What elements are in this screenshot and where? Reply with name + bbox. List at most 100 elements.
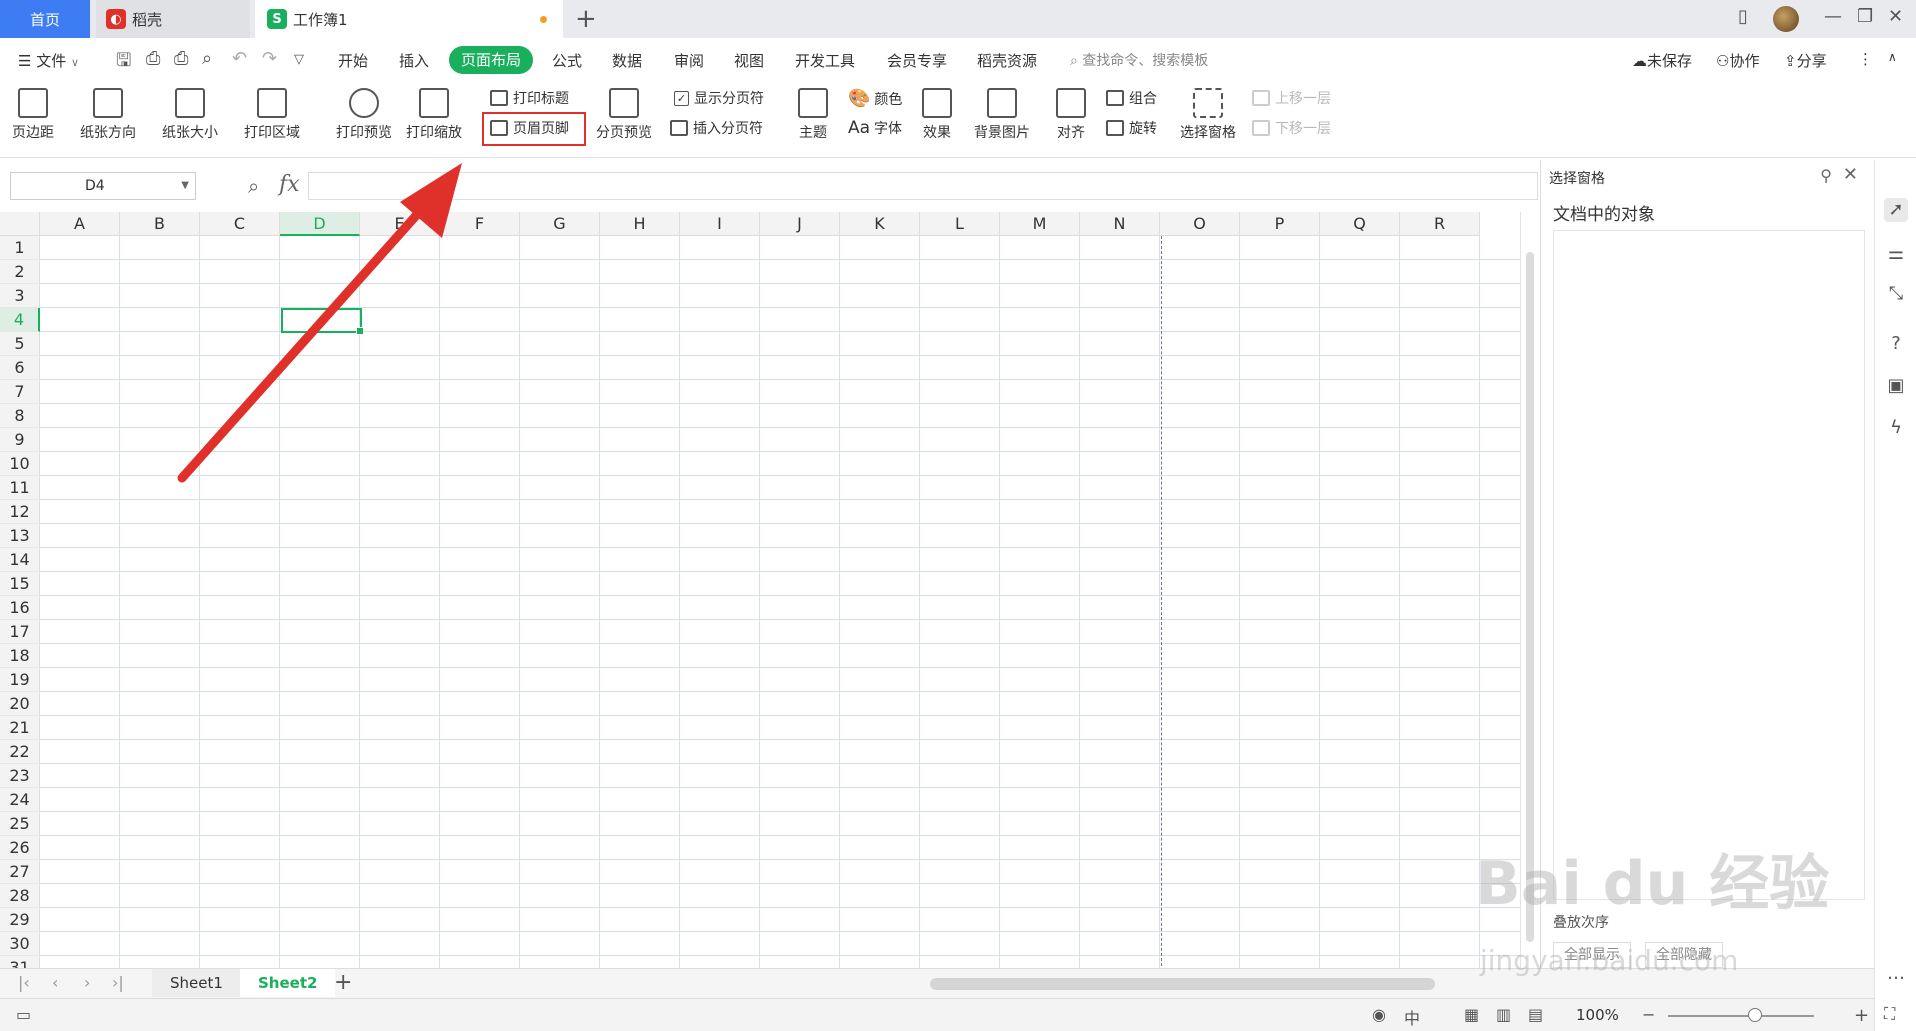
- collapse-ribbon-icon[interactable]: ∧: [1888, 50, 1897, 64]
- cursor-icon[interactable]: ➚: [1884, 198, 1908, 222]
- horizontal-scroll-thumb[interactable]: [930, 978, 1435, 990]
- column-header[interactable]: P: [1240, 212, 1320, 236]
- normal-view-icon[interactable]: ▦: [1464, 1005, 1479, 1024]
- customize-qat-icon[interactable]: ▽: [294, 52, 304, 67]
- help-icon[interactable]: ?: [1884, 332, 1908, 356]
- zoom-level[interactable]: 100%: [1576, 1006, 1619, 1024]
- column-header[interactable]: N: [1080, 212, 1160, 236]
- column-header[interactable]: K: [840, 212, 920, 236]
- align-button[interactable]: 对齐: [1056, 88, 1086, 142]
- transform-icon[interactable]: ⤡: [1884, 282, 1908, 306]
- column-header[interactable]: A: [40, 212, 120, 236]
- fullscreen-icon[interactable]: ⛶: [1884, 1004, 1895, 1024]
- lightning-icon[interactable]: ϟ: [1884, 416, 1908, 440]
- margins-button[interactable]: 页边距: [12, 88, 54, 142]
- row-header[interactable]: 27: [0, 860, 40, 884]
- row-header[interactable]: 31: [0, 956, 40, 968]
- new-tab-button[interactable]: +: [575, 4, 597, 34]
- select-all-corner[interactable]: [0, 212, 40, 236]
- row-header[interactable]: 30: [0, 932, 40, 956]
- insert-page-break-button[interactable]: 插入分页符: [670, 118, 763, 138]
- group-button[interactable]: 组合: [1106, 88, 1157, 108]
- objects-list[interactable]: [1553, 230, 1865, 900]
- minimize-icon[interactable]: —: [1824, 6, 1842, 27]
- row-header[interactable]: 5: [0, 332, 40, 356]
- last-sheet-icon[interactable]: ›|: [112, 973, 124, 992]
- menu-formula[interactable]: 公式: [552, 50, 582, 71]
- row-header[interactable]: 6: [0, 356, 40, 380]
- column-header[interactable]: E: [360, 212, 440, 236]
- bring-forward-button[interactable]: 上移一层: [1252, 88, 1331, 108]
- row-header[interactable]: 19: [0, 668, 40, 692]
- tab-daoke[interactable]: ◐ 稻壳: [96, 0, 250, 38]
- row-header[interactable]: 9: [0, 428, 40, 452]
- avatar[interactable]: [1773, 6, 1799, 32]
- zoom-in-icon[interactable]: +: [1854, 1005, 1869, 1026]
- menu-insert[interactable]: 插入: [399, 50, 429, 71]
- unsaved-button[interactable]: ☁未保存: [1632, 50, 1692, 71]
- menu-page-layout[interactable]: 页面布局: [449, 46, 534, 74]
- restore-icon[interactable]: ❐: [1857, 6, 1873, 27]
- print-titles-button[interactable]: 打印标题: [490, 88, 569, 108]
- theme-button[interactable]: 主题: [798, 88, 828, 142]
- row-header[interactable]: 3: [0, 284, 40, 308]
- pin-icon[interactable]: ⚲: [1820, 166, 1832, 185]
- row-header[interactable]: 4: [0, 308, 40, 332]
- export-pdf-icon[interactable]: ⎙: [146, 48, 160, 69]
- zoom-slider[interactable]: [1668, 1015, 1814, 1017]
- column-header[interactable]: M: [1000, 212, 1080, 236]
- sheet-tab-sheet1[interactable]: Sheet1: [152, 969, 241, 997]
- share-button[interactable]: ⇪分享: [1784, 50, 1827, 71]
- selection-pane-title[interactable]: 选择窗格: [1549, 168, 1605, 188]
- zoom-slider-handle[interactable]: [1748, 1008, 1762, 1022]
- function-icon[interactable]: fx: [279, 172, 300, 197]
- menu-member[interactable]: 会员专享: [887, 50, 947, 71]
- collaborate-button[interactable]: ⚇协作: [1716, 50, 1759, 71]
- row-header[interactable]: 7: [0, 380, 40, 404]
- redo-icon[interactable]: ↷: [262, 48, 277, 69]
- tab-workbook[interactable]: S 工作簿1: [255, 0, 563, 38]
- menu-developer[interactable]: 开发工具: [795, 50, 855, 71]
- column-header[interactable]: O: [1160, 212, 1240, 236]
- column-header[interactable]: L: [920, 212, 1000, 236]
- print-preview-button[interactable]: 打印预览: [336, 88, 392, 142]
- row-header[interactable]: 23: [0, 764, 40, 788]
- row-header[interactable]: 14: [0, 548, 40, 572]
- column-header[interactable]: R: [1400, 212, 1480, 236]
- colors-button[interactable]: 🎨 颜色: [848, 88, 902, 109]
- more-icon[interactable]: ⋮: [1858, 50, 1873, 68]
- paper-size-button[interactable]: 纸张大小: [162, 88, 218, 142]
- print-scale-button[interactable]: 打印缩放: [406, 88, 462, 142]
- cell-grid[interactable]: A B C D E F G H I J K L M N O P Q R 1 2 3 4 5 6 7 8 9 10 11 12 13 14 15 1…: [0, 212, 1520, 968]
- column-header[interactable]: F: [440, 212, 520, 236]
- zoom-out-icon[interactable]: −: [1642, 1005, 1655, 1024]
- row-header[interactable]: 11: [0, 476, 40, 500]
- send-backward-button[interactable]: 下移一层: [1252, 118, 1331, 138]
- row-header[interactable]: 8: [0, 404, 40, 428]
- sheet-tab-sheet2[interactable]: Sheet2: [240, 969, 336, 997]
- column-header[interactable]: Q: [1320, 212, 1400, 236]
- menu-daoke-resources[interactable]: 稻壳资源: [977, 50, 1037, 71]
- row-header[interactable]: 20: [0, 692, 40, 716]
- print-icon[interactable]: ⎙: [174, 48, 188, 69]
- formula-input[interactable]: [308, 172, 1538, 200]
- tab-home[interactable]: 首页: [0, 0, 90, 38]
- selected-cell[interactable]: [281, 308, 364, 335]
- row-header[interactable]: 24: [0, 788, 40, 812]
- row-header[interactable]: 12: [0, 500, 40, 524]
- column-header[interactable]: C: [200, 212, 280, 236]
- file-menu[interactable]: ☰ 文件 ∨: [18, 50, 79, 71]
- first-sheet-icon[interactable]: |‹: [18, 973, 30, 992]
- print-preview-icon[interactable]: ⌕: [202, 48, 212, 69]
- row-header[interactable]: 29: [0, 908, 40, 932]
- add-sheet-button[interactable]: +: [334, 970, 352, 995]
- print-area-button[interactable]: 打印区域: [244, 88, 300, 142]
- row-header[interactable]: 15: [0, 572, 40, 596]
- page-break-preview-button[interactable]: 分页预览: [596, 88, 652, 142]
- row-header[interactable]: 1: [0, 236, 40, 260]
- close-icon[interactable]: ✕: [1888, 6, 1903, 27]
- column-header[interactable]: J: [760, 212, 840, 236]
- orientation-button[interactable]: 纸张方向: [80, 88, 136, 142]
- row-header[interactable]: 28: [0, 884, 40, 908]
- page-break-view-icon[interactable]: ▤: [1528, 1005, 1543, 1024]
